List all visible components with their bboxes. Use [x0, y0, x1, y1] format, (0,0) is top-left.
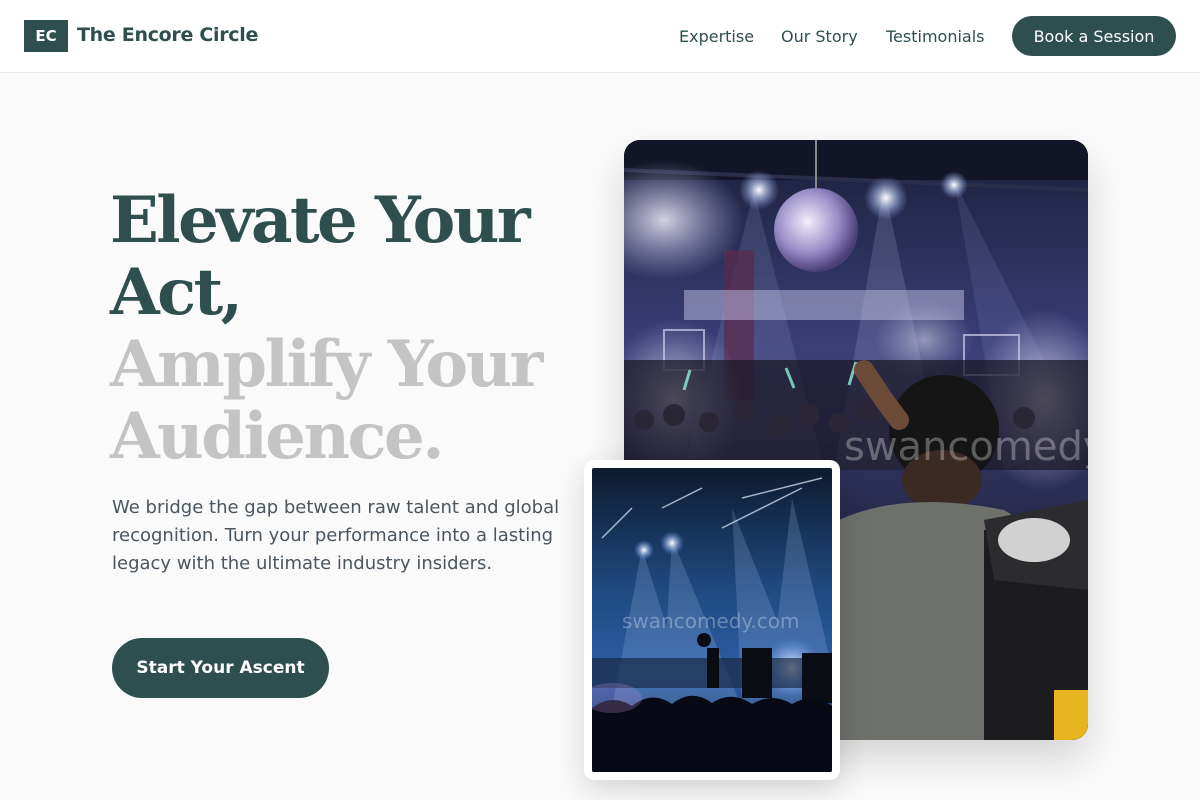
logo-mark[interactable]: EC: [24, 20, 68, 52]
brand-name[interactable]: The Encore Circle: [77, 24, 258, 46]
main-photo-watermark: swancomedy.com: [844, 424, 1088, 470]
nav-link-expertise[interactable]: Expertise: [679, 27, 754, 46]
start-ascent-button[interactable]: Start Your Ascent: [112, 638, 329, 698]
site-header: EC The Encore Circle Expertise Our Story…: [0, 0, 1200, 73]
book-session-button[interactable]: Book a Session: [1012, 16, 1176, 56]
hero-headline: Elevate Your Act, Amplify Your Audience.: [110, 185, 580, 473]
headline-line-1: Elevate Your Act,: [110, 183, 531, 330]
concert-photo-frame: swancomedy.com: [584, 460, 840, 780]
nav-link-our-story[interactable]: Our Story: [781, 27, 858, 46]
nav-link-testimonials[interactable]: Testimonials: [886, 27, 985, 46]
headline-line-2: Amplify Your Audience.: [110, 327, 543, 474]
hero-subtitle: We bridge the gap between raw talent and…: [112, 497, 560, 574]
small-photo-watermark: swancomedy.com: [622, 609, 799, 633]
concert-stage-photo: swancomedy.com: [592, 468, 832, 772]
